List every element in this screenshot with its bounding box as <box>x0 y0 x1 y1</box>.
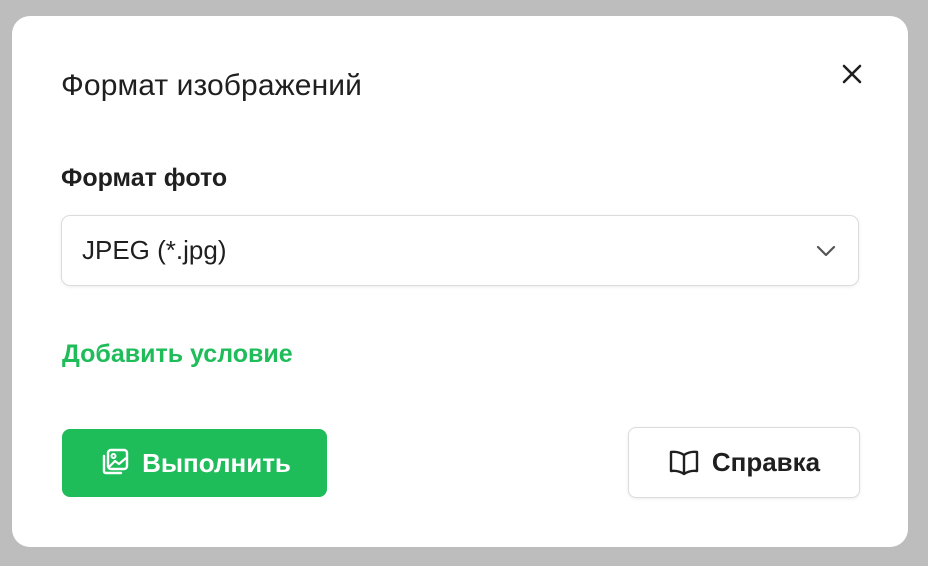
chevron-down-icon <box>814 239 838 263</box>
book-icon <box>668 449 700 477</box>
image-format-dialog: Формат изображений Формат фото JPEG (*.j… <box>12 16 908 547</box>
photo-format-value: JPEG (*.jpg) <box>82 235 227 265</box>
photo-format-select[interactable]: JPEG (*.jpg) <box>61 215 859 286</box>
run-button-label: Выполнить <box>142 447 291 478</box>
run-button[interactable]: Выполнить <box>62 429 327 497</box>
close-button[interactable] <box>834 56 870 92</box>
photo-format-label: Формат фото <box>61 164 228 192</box>
help-button[interactable]: Справка <box>628 427 860 498</box>
images-icon <box>98 447 130 479</box>
help-button-label: Справка <box>711 447 821 477</box>
dialog-title: Формат изображений <box>61 69 362 102</box>
add-condition-link[interactable]: Добавить условие <box>62 340 293 369</box>
close-icon <box>842 64 862 84</box>
